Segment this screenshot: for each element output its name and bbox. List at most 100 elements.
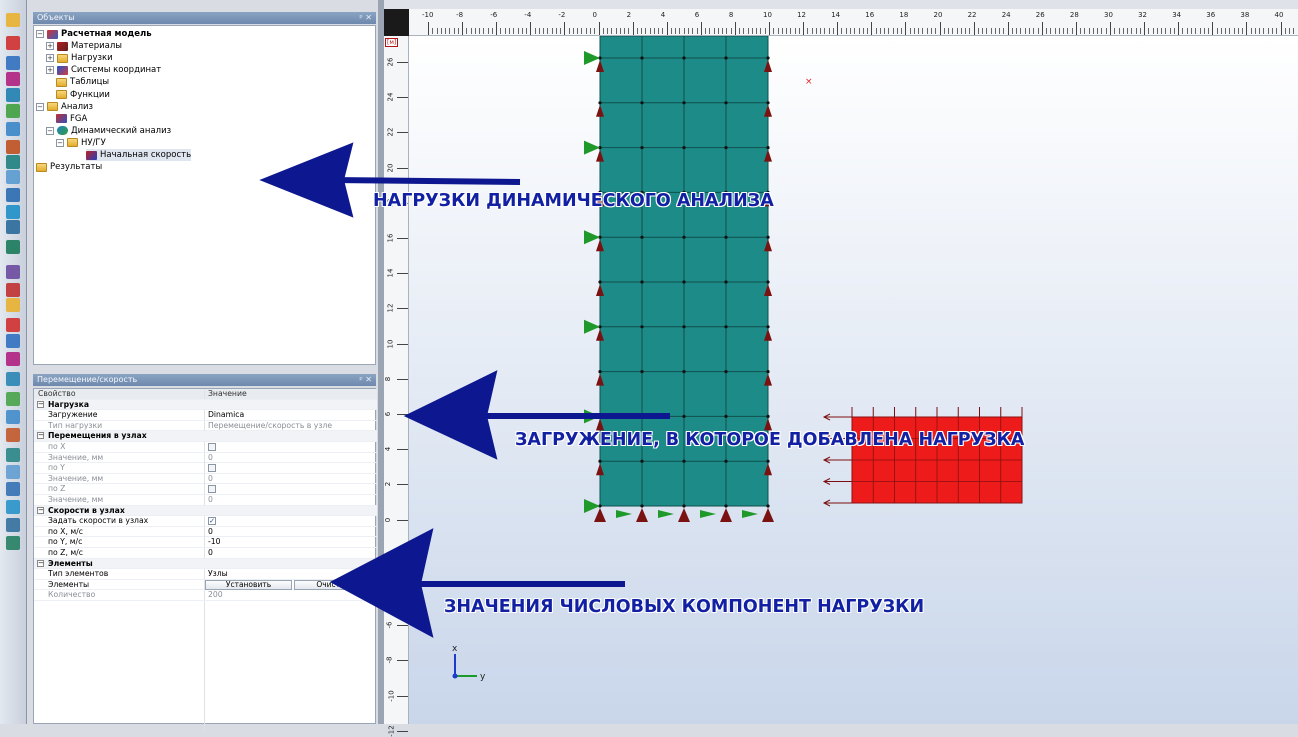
collapse-icon[interactable]: − bbox=[37, 401, 44, 408]
toolbar-tool-icon[interactable] bbox=[6, 205, 20, 219]
objects-tree: −Расчетная модель+Материалы+Нагрузки+Сис… bbox=[33, 25, 376, 365]
property-value[interactable]: 0 bbox=[208, 548, 213, 558]
toolbar-tool-icon[interactable] bbox=[6, 518, 20, 532]
property-row[interactable]: Значение, мм0 bbox=[34, 474, 377, 485]
toolbar-tool-icon[interactable] bbox=[6, 352, 20, 366]
tree-node[interactable]: +Материалы bbox=[46, 40, 122, 52]
property-row[interactable]: Тип элементовУзлы▾ bbox=[34, 569, 377, 580]
toolbar-tool-icon[interactable] bbox=[6, 334, 20, 348]
clear-elements-button[interactable]: Очистить bbox=[294, 580, 376, 590]
checkbox[interactable]: ✓ bbox=[208, 517, 216, 525]
toolbar-tool-icon[interactable] bbox=[6, 283, 20, 297]
tree-node[interactable]: FGA bbox=[56, 113, 87, 125]
property-row[interactable]: по Z, м/с0 bbox=[34, 548, 377, 559]
property-row[interactable]: по X, м/с0 bbox=[34, 527, 377, 538]
toolbar-tool-icon[interactable] bbox=[6, 392, 20, 406]
toolbar-tool-icon[interactable] bbox=[6, 122, 20, 136]
property-row[interactable]: по X bbox=[34, 442, 377, 453]
ruler-minor-tick bbox=[705, 28, 706, 34]
ruler-minor-tick bbox=[731, 28, 732, 34]
property-value[interactable]: Dinamica bbox=[208, 410, 244, 420]
tree-expander-icon[interactable]: − bbox=[36, 30, 44, 38]
property-row[interactable]: ЗагружениеDinamica bbox=[34, 410, 377, 421]
tree-node[interactable]: −НУ/ГУ bbox=[56, 137, 106, 149]
toolbar-tool-icon[interactable] bbox=[6, 56, 20, 70]
property-value[interactable]: Перемещение/скорость в узле bbox=[208, 421, 332, 431]
toolbar-tool-icon[interactable] bbox=[6, 72, 20, 86]
tree-expander-icon[interactable]: − bbox=[36, 103, 44, 111]
property-value[interactable]: -10 bbox=[208, 537, 221, 547]
ruler-tick bbox=[397, 379, 408, 380]
property-row[interactable]: Количество200 bbox=[34, 590, 377, 601]
element-type-select[interactable]: Узлы bbox=[208, 569, 228, 579]
toolbar-tool-icon[interactable] bbox=[6, 482, 20, 496]
ruler-minor-tick bbox=[454, 28, 455, 34]
toolbar-tool-icon[interactable] bbox=[6, 465, 20, 479]
tree-expander-icon[interactable]: + bbox=[46, 66, 54, 74]
col-value-header: Значение bbox=[208, 389, 247, 399]
property-value[interactable]: 0 bbox=[208, 474, 213, 484]
ruler-minor-tick bbox=[458, 28, 459, 34]
checkbox[interactable] bbox=[208, 464, 216, 472]
toolbar-tool-icon[interactable] bbox=[6, 36, 20, 50]
property-row[interactable]: Значение, мм0 bbox=[34, 495, 377, 506]
toolbar-tool-icon[interactable] bbox=[6, 428, 20, 442]
toolbar-tool-icon[interactable] bbox=[6, 155, 20, 169]
toolbar-tool-icon[interactable] bbox=[6, 265, 20, 279]
property-row[interactable]: по Z bbox=[34, 484, 377, 495]
toolbar-tool-icon[interactable] bbox=[6, 298, 20, 312]
toolbar-tool-icon[interactable] bbox=[6, 170, 20, 184]
panel-pin-close-icon[interactable]: ᵖ ✕ bbox=[359, 13, 372, 23]
tree-expander-icon[interactable]: − bbox=[56, 139, 64, 147]
property-value[interactable]: 0 bbox=[208, 527, 213, 537]
property-row[interactable]: по Y bbox=[34, 463, 377, 474]
tree-node[interactable]: −Анализ bbox=[36, 101, 93, 113]
toolbar-tool-icon[interactable] bbox=[6, 104, 20, 118]
toolbar-tool-icon[interactable] bbox=[6, 536, 20, 550]
property-value[interactable]: 200 bbox=[208, 590, 223, 600]
toolbar-tool-icon[interactable] bbox=[6, 410, 20, 424]
props-pin-close-icon[interactable]: ᵖ ✕ bbox=[359, 375, 372, 385]
property-value[interactable]: 0 bbox=[208, 453, 213, 463]
toolbar-tool-icon[interactable] bbox=[6, 220, 20, 234]
tree-expander-icon[interactable]: + bbox=[46, 54, 54, 62]
tree-node[interactable]: +Системы координат bbox=[46, 64, 161, 76]
ruler-minor-tick bbox=[969, 28, 970, 34]
toolbar-tool-icon[interactable] bbox=[6, 88, 20, 102]
checkbox[interactable] bbox=[208, 485, 216, 493]
toolbar-tool-icon[interactable] bbox=[6, 240, 20, 254]
property-row[interactable]: Значение, мм0 bbox=[34, 453, 377, 464]
tree-node-icon bbox=[57, 126, 68, 135]
toolbar-tool-icon[interactable] bbox=[6, 372, 20, 386]
property-row[interactable]: Тип нагрузкиПеремещение/скорость в узле bbox=[34, 421, 377, 432]
tree-node[interactable]: Результаты bbox=[36, 161, 102, 173]
toolbar-tool-icon[interactable] bbox=[6, 188, 20, 202]
tree-expander-icon[interactable]: + bbox=[46, 42, 54, 50]
tree-expander-icon[interactable]: − bbox=[46, 127, 54, 135]
tree-node[interactable]: −Динамический анализ bbox=[46, 125, 171, 137]
toolbar-tool-icon[interactable] bbox=[6, 448, 20, 462]
ruler-minor-tick bbox=[995, 28, 996, 34]
tree-node[interactable]: +Нагрузки bbox=[46, 52, 113, 64]
toolbar-tool-icon[interactable] bbox=[6, 318, 20, 332]
ruler-minor-tick bbox=[1136, 28, 1137, 34]
tree-node[interactable]: Таблицы bbox=[56, 76, 109, 88]
checkbox[interactable] bbox=[208, 443, 216, 451]
property-row[interactable]: по Y, м/с-10 bbox=[34, 537, 377, 548]
tree-node[interactable]: Функции bbox=[56, 89, 110, 101]
toolbar-tool-icon[interactable] bbox=[6, 500, 20, 514]
property-row[interactable]: Задать скорости в узлах✓ bbox=[34, 516, 377, 527]
collapse-icon[interactable]: − bbox=[37, 560, 44, 567]
toolbar-tool-icon[interactable] bbox=[6, 13, 20, 27]
tree-node[interactable]: −Расчетная модель bbox=[36, 28, 152, 40]
collapse-icon[interactable]: − bbox=[37, 507, 44, 514]
collapse-icon[interactable]: − bbox=[37, 432, 44, 439]
set-elements-button[interactable]: Установить bbox=[205, 580, 292, 590]
ruler-minor-tick bbox=[935, 28, 936, 34]
property-row[interactable]: ЭлементыУстановитьОчистить bbox=[34, 580, 377, 591]
toolbar-tool-icon[interactable] bbox=[6, 140, 20, 154]
tree-node[interactable]: Начальная скорость bbox=[86, 149, 191, 161]
dropdown-arrow-icon[interactable]: ▾ bbox=[367, 569, 376, 579]
property-value[interactable]: 0 bbox=[208, 495, 213, 505]
model-viewport[interactable]: ×xy bbox=[409, 36, 1298, 724]
